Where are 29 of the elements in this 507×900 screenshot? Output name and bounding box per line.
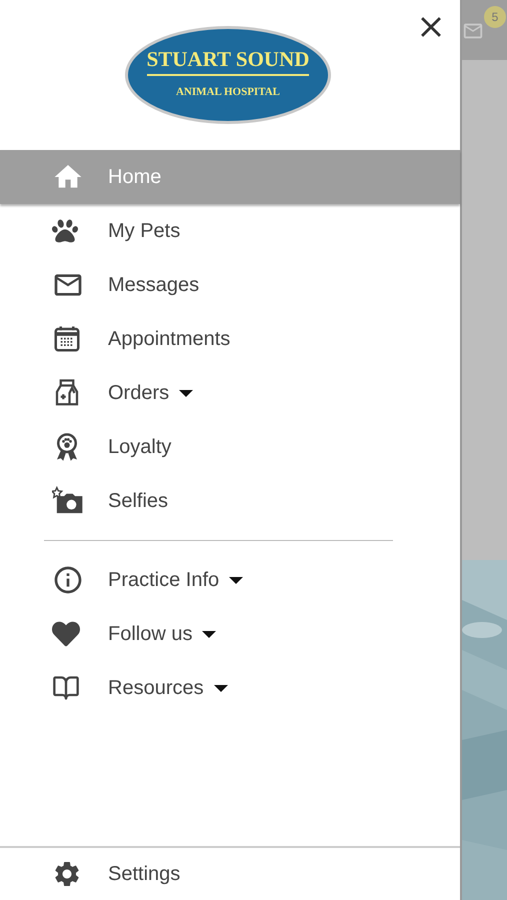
- heart-icon: [52, 620, 80, 648]
- menu-label: Appointments: [108, 327, 230, 352]
- menu-item[interactable]: Appointments: [0, 312, 460, 366]
- menu-item[interactable]: Practice Info: [0, 553, 460, 607]
- menu-label: Follow us: [108, 622, 192, 647]
- calendar-icon: [52, 324, 82, 354]
- menu-label: Settings: [108, 862, 180, 887]
- book-icon: [52, 674, 80, 702]
- menu-label: Selfies: [108, 489, 168, 514]
- menu-label: Practice Info: [108, 568, 220, 593]
- menu-item[interactable]: Selfies: [0, 474, 460, 528]
- menu-item[interactable]: My Pets: [0, 204, 460, 258]
- logo-subtitle: ANIMAL HOSPITAL: [176, 85, 280, 100]
- menu-label: Messages: [108, 273, 200, 298]
- unread-badge: 5: [484, 6, 506, 28]
- menu-item[interactable]: Settings: [0, 848, 460, 900]
- paw-icon: [52, 218, 78, 244]
- menu-label: My Pets: [108, 219, 180, 244]
- menu-item[interactable]: Orders: [0, 366, 460, 420]
- menu-label: Home: [108, 165, 162, 190]
- info-icon: [52, 564, 84, 596]
- menu-item[interactable]: Messages: [0, 258, 460, 312]
- menu-item[interactable]: Resources: [0, 661, 460, 715]
- menu-label: Loyalty: [108, 435, 172, 460]
- menu-item[interactable]: Follow us: [0, 607, 460, 661]
- menu-label: Orders: [108, 381, 170, 406]
- menu-label: Resources: [108, 676, 204, 701]
- logo-title: STUART SOUND: [146, 49, 310, 76]
- menu-item[interactable]: Loyalty: [0, 420, 460, 474]
